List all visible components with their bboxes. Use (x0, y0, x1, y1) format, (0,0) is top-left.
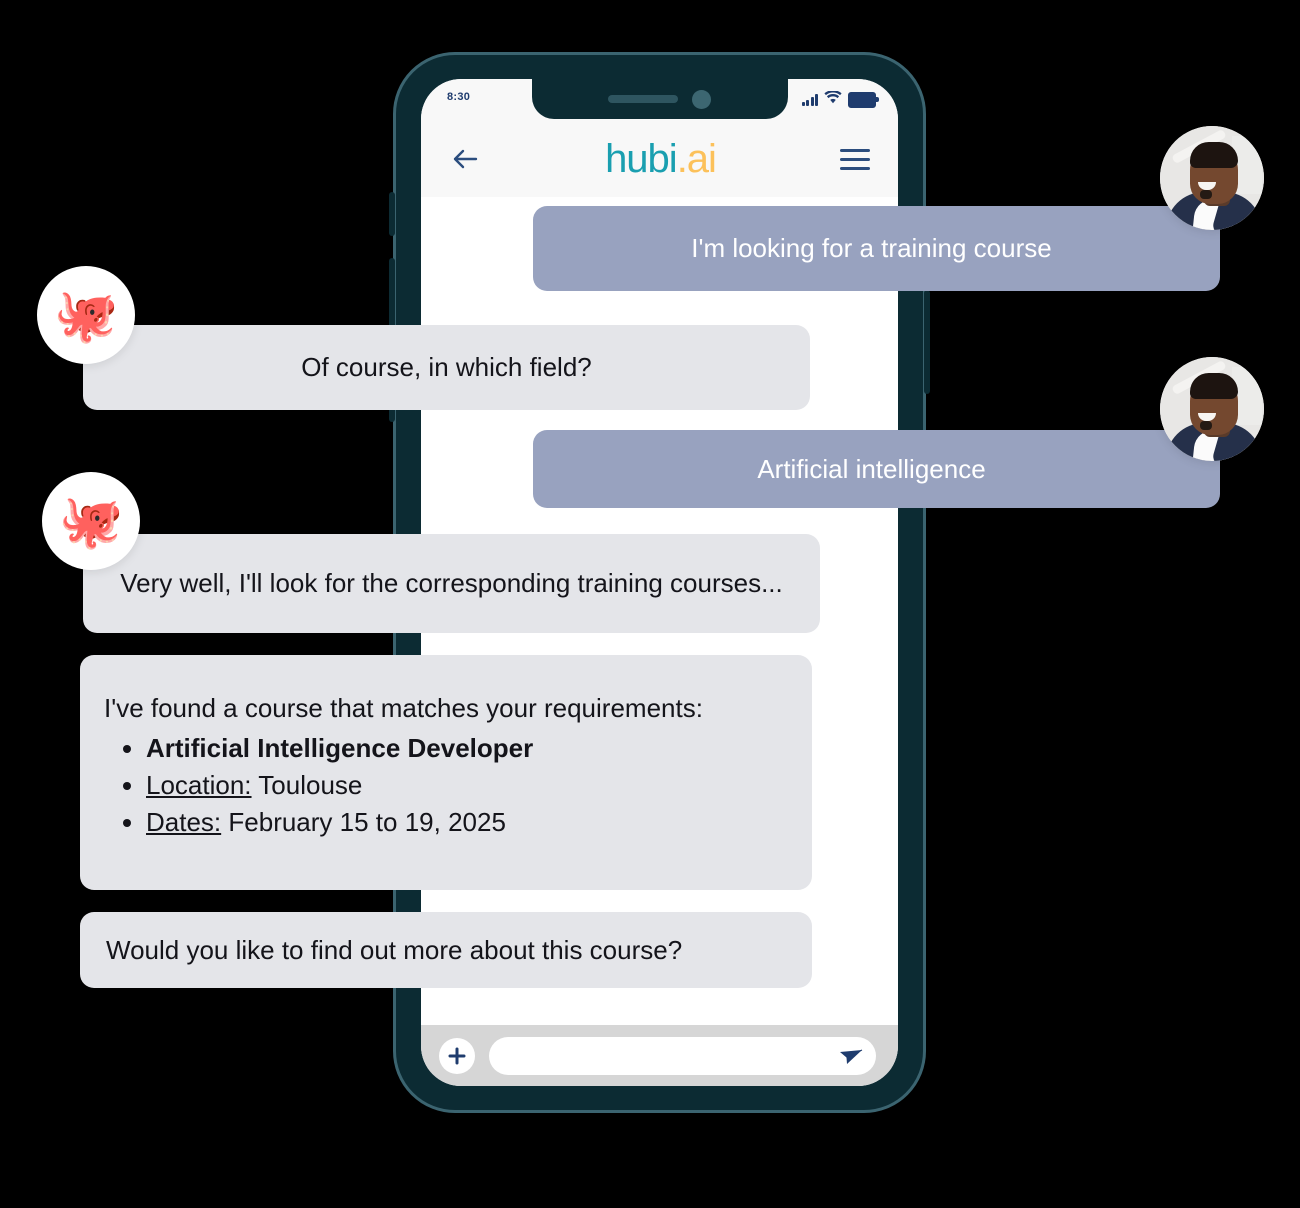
chat-bubble-bot[interactable]: Would you like to find out more about th… (80, 912, 812, 988)
hamburger-menu-icon[interactable] (840, 145, 870, 174)
avatar (1160, 126, 1264, 230)
avatar: 🐙 (42, 472, 140, 570)
course-dates-value: February 15 to 19, 2025 (228, 806, 506, 837)
course-dates-label: Dates: (146, 806, 222, 837)
course-location-value: Toulouse (258, 769, 363, 800)
chat-bubble-user[interactable]: I'm looking for a training course (533, 206, 1220, 291)
wifi-icon (824, 90, 842, 109)
octopus-avatar: 🐙 (58, 492, 124, 551)
message-input[interactable] (489, 1036, 876, 1075)
plus-icon[interactable] (439, 1037, 475, 1074)
signal-bars-icon (801, 94, 818, 106)
chat-bubble-user[interactable]: Artificial intelligence (533, 430, 1220, 508)
course-bullet-list: Artificial Intelligence Developer Locati… (104, 730, 786, 841)
avatar (1160, 357, 1264, 461)
list-item: Artificial Intelligence Developer (146, 730, 786, 767)
app-logo: hubi.ai (605, 137, 717, 181)
octopus-avatar: 🐙 (53, 286, 119, 345)
back-arrow-icon[interactable] (449, 143, 481, 175)
avatar: 🐙 (37, 266, 135, 364)
mute-switch-button[interactable] (389, 192, 395, 236)
earpiece-speaker-icon (608, 95, 678, 103)
user-photo-avatar (1160, 126, 1264, 230)
app-header: hubi.ai (421, 121, 898, 197)
chat-bubble-text: I'm looking for a training course (691, 233, 1052, 264)
user-photo-avatar (1160, 357, 1264, 461)
logo-tld-text: .ai (676, 137, 717, 181)
chat-bubble-text: Of course, in which field? (301, 352, 592, 383)
volume-up-button[interactable] (389, 258, 395, 332)
power-button[interactable] (924, 290, 930, 394)
chat-bubble-text: Would you like to find out more about th… (106, 934, 683, 965)
battery-icon (848, 92, 879, 108)
message-input-wrapper (489, 1036, 876, 1075)
status-bar-time: 8:30 (447, 91, 471, 103)
chat-bubble-bot[interactable]: Very well, I'll look for the correspondi… (83, 534, 820, 633)
phone-notch (531, 79, 788, 119)
status-bar-icons (801, 90, 879, 109)
chat-bubble-text: Artificial intelligence (757, 453, 986, 484)
message-input-bar (421, 1025, 898, 1086)
list-item: Location: Toulouse (146, 767, 786, 804)
front-camera-icon (692, 89, 711, 109)
send-icon[interactable] (838, 1043, 864, 1069)
chat-bubble-bot-course-details[interactable]: I've found a course that matches your re… (80, 655, 812, 890)
logo-brand-text: hubi (605, 137, 678, 181)
course-intro-text: I've found a course that matches your re… (104, 693, 703, 723)
chat-bubble-bot[interactable]: Of course, in which field? (83, 325, 810, 410)
course-title-value: Artificial Intelligence Developer (146, 732, 534, 763)
list-item: Dates: February 15 to 19, 2025 (146, 804, 786, 841)
chat-bubble-text: Very well, I'll look for the correspondi… (120, 568, 783, 599)
course-location-label: Location: (146, 769, 252, 800)
